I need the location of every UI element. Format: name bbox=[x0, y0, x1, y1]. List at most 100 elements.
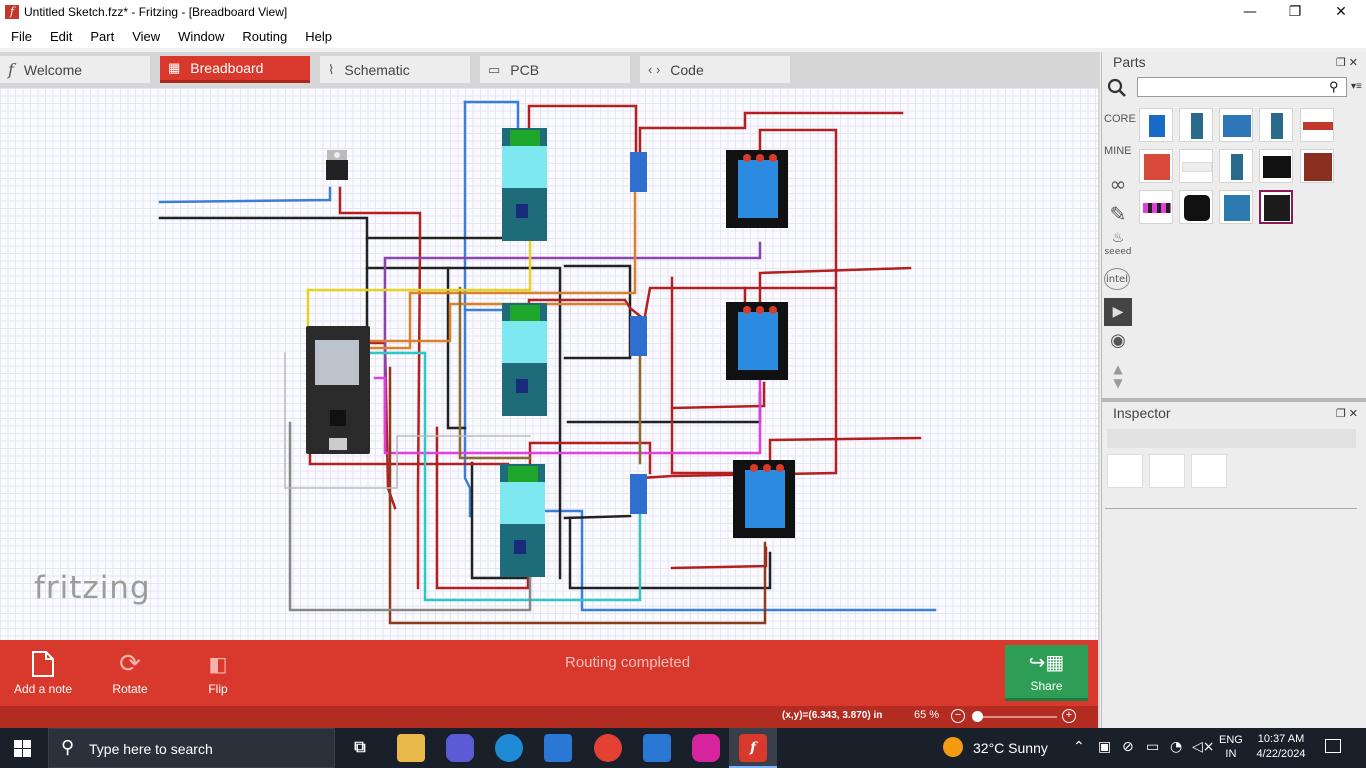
window-title: Untitled Sketch.fzz* - Fritzing - [Bread… bbox=[24, 5, 288, 19]
part-thumbnail[interactable] bbox=[1179, 149, 1213, 183]
inspector-breadboard-preview bbox=[1107, 454, 1143, 488]
parts-search-input[interactable] bbox=[1137, 77, 1347, 97]
wifi-icon[interactable]: ◔ bbox=[1170, 739, 1182, 755]
esp32-board[interactable] bbox=[306, 326, 370, 454]
edge-browser-icon[interactable] bbox=[495, 734, 523, 762]
fritzing-bin-icon[interactable]: ✎ bbox=[1104, 202, 1132, 230]
copilot-icon[interactable] bbox=[446, 734, 474, 762]
code-icon: ‹ › bbox=[648, 62, 661, 77]
tab-welcome[interactable]: f Welcome bbox=[0, 56, 150, 83]
clock-date: 4/22/2024 bbox=[1256, 748, 1306, 760]
small-module-3[interactable] bbox=[630, 474, 647, 514]
part-thumbnail[interactable] bbox=[1259, 149, 1293, 183]
breadboard-canvas[interactable]: fritzing bbox=[0, 88, 1098, 640]
menu-help[interactable]: Help bbox=[296, 29, 341, 44]
fritzing-app-icon: f bbox=[739, 734, 767, 762]
windows-start-button[interactable] bbox=[14, 740, 31, 757]
audio-bin-icon[interactable]: ◉ bbox=[1104, 330, 1132, 358]
rotate-button[interactable]: ⟳ Rotate bbox=[90, 646, 170, 696]
rotate-icon: ⟳ bbox=[119, 649, 141, 679]
relay-module-1[interactable] bbox=[726, 150, 788, 228]
circuit-drawing[interactable] bbox=[0, 88, 1098, 640]
volume-muted-icon[interactable]: ◁× bbox=[1192, 739, 1215, 755]
task-view-icon[interactable]: ⧉ bbox=[346, 734, 374, 762]
scroll-bins-icon[interactable]: ▲ ▼ bbox=[1104, 362, 1132, 390]
parts-panel-controls[interactable]: ❐ ✕ bbox=[1336, 56, 1358, 69]
menu-file[interactable]: File bbox=[2, 29, 41, 44]
fritzing-logo: fritzing bbox=[34, 570, 151, 606]
part-thumbnail[interactable] bbox=[1219, 149, 1253, 183]
file-explorer-icon[interactable] bbox=[397, 734, 425, 762]
seeed-bin-icon[interactable]: ♨ seeed bbox=[1104, 231, 1132, 260]
title-bar: f Untitled Sketch.fzz* - Fritzing - [Bre… bbox=[0, 0, 1366, 24]
search-options-icon[interactable]: ▾≡ bbox=[1351, 81, 1362, 92]
small-module-1[interactable] bbox=[630, 152, 647, 192]
bin-mine[interactable]: MINE bbox=[1104, 145, 1132, 157]
zoom-in-button[interactable]: + bbox=[1062, 709, 1076, 723]
zoom-slider[interactable] bbox=[975, 716, 1057, 718]
input-language[interactable]: ENG IN bbox=[1219, 733, 1243, 761]
meet-now-icon[interactable]: ▣ bbox=[1098, 739, 1111, 755]
tab-breadboard[interactable]: ▦ Breadboard bbox=[160, 56, 310, 83]
add-note-button[interactable]: Add a note bbox=[3, 646, 83, 696]
part-thumbnail[interactable] bbox=[1219, 108, 1253, 142]
tab-code[interactable]: ‹ › Code bbox=[640, 56, 790, 83]
battery-icon[interactable]: ▭ bbox=[1146, 739, 1159, 755]
minimize-button[interactable]: — bbox=[1227, 0, 1273, 24]
inspector-divider bbox=[1105, 508, 1357, 509]
sensor-module-2[interactable] bbox=[502, 303, 547, 416]
part-thumbnail[interactable] bbox=[1179, 190, 1213, 224]
panel-splitter[interactable] bbox=[1101, 398, 1366, 402]
voltage-regulator[interactable] bbox=[326, 150, 348, 180]
tab-pcb[interactable]: ▭ PCB bbox=[480, 56, 630, 83]
weather-text[interactable]: 32°C Sunny bbox=[973, 740, 1048, 756]
relay-module-3[interactable] bbox=[733, 460, 795, 538]
restore-button[interactable]: ❐ bbox=[1272, 0, 1318, 24]
zoom-out-button[interactable]: − bbox=[951, 709, 965, 723]
part-thumbnail[interactable] bbox=[1139, 108, 1173, 142]
mail-icon[interactable] bbox=[643, 734, 671, 762]
system-clock[interactable]: 10:37 AM 4/22/2024 bbox=[1250, 732, 1312, 762]
taskbar-search-box[interactable]: ⚲ Type here to search bbox=[48, 728, 335, 768]
bin-core[interactable]: CORE bbox=[1104, 113, 1136, 125]
menu-routing[interactable]: Routing bbox=[233, 29, 296, 44]
weather-sun-icon bbox=[943, 737, 963, 757]
zoom-slider-handle[interactable] bbox=[971, 711, 983, 722]
zoom-level: 65 % bbox=[914, 709, 940, 721]
part-thumbnail[interactable] bbox=[1179, 108, 1213, 142]
flip-button[interactable]: ◧ Flip bbox=[178, 646, 258, 696]
menu-view[interactable]: View bbox=[123, 29, 169, 44]
parts-panel-title: Parts bbox=[1113, 54, 1146, 70]
chrome-icon[interactable] bbox=[594, 734, 622, 762]
sensor-module-1[interactable] bbox=[502, 128, 547, 241]
part-thumbnail[interactable] bbox=[1300, 149, 1334, 183]
small-module-2[interactable] bbox=[630, 316, 647, 356]
menu-part[interactable]: Part bbox=[81, 29, 123, 44]
show-hidden-icons[interactable]: ⌃ bbox=[1073, 739, 1085, 755]
search-submit-icon[interactable]: ⚲ bbox=[1329, 79, 1339, 95]
part-thumbnail[interactable] bbox=[1139, 149, 1173, 183]
part-thumbnail[interactable] bbox=[1139, 190, 1173, 224]
instagram-icon[interactable] bbox=[692, 734, 720, 762]
relay-module-2[interactable] bbox=[726, 302, 788, 380]
play-bin-icon[interactable]: ▶ bbox=[1104, 298, 1132, 326]
camera-off-icon[interactable]: ⊘ bbox=[1122, 739, 1134, 755]
close-button[interactable]: ✕ bbox=[1318, 0, 1364, 24]
part-thumbnail[interactable] bbox=[1300, 108, 1334, 142]
notifications-icon[interactable] bbox=[1325, 739, 1341, 753]
intel-bin-icon[interactable]: intel bbox=[1104, 268, 1130, 290]
menu-window[interactable]: Window bbox=[169, 29, 233, 44]
wire bbox=[768, 436, 922, 465]
microsoft-store-icon[interactable] bbox=[544, 734, 572, 762]
search-icon[interactable] bbox=[1107, 78, 1127, 98]
part-thumbnail[interactable] bbox=[1219, 190, 1253, 224]
part-thumbnail[interactable] bbox=[1259, 108, 1293, 142]
part-thumbnail[interactable] bbox=[1259, 190, 1293, 224]
sensor-module-3[interactable] bbox=[500, 464, 545, 577]
share-button[interactable]: ↪▦ Share bbox=[1005, 645, 1088, 701]
menu-edit[interactable]: Edit bbox=[41, 29, 81, 44]
arduino-bin-icon[interactable]: ∞ bbox=[1104, 172, 1132, 200]
inspector-panel-controls[interactable]: ❐ ✕ bbox=[1336, 407, 1358, 420]
tab-schematic[interactable]: ⌇ Schematic bbox=[320, 56, 470, 83]
language-code: ENG bbox=[1219, 734, 1243, 746]
